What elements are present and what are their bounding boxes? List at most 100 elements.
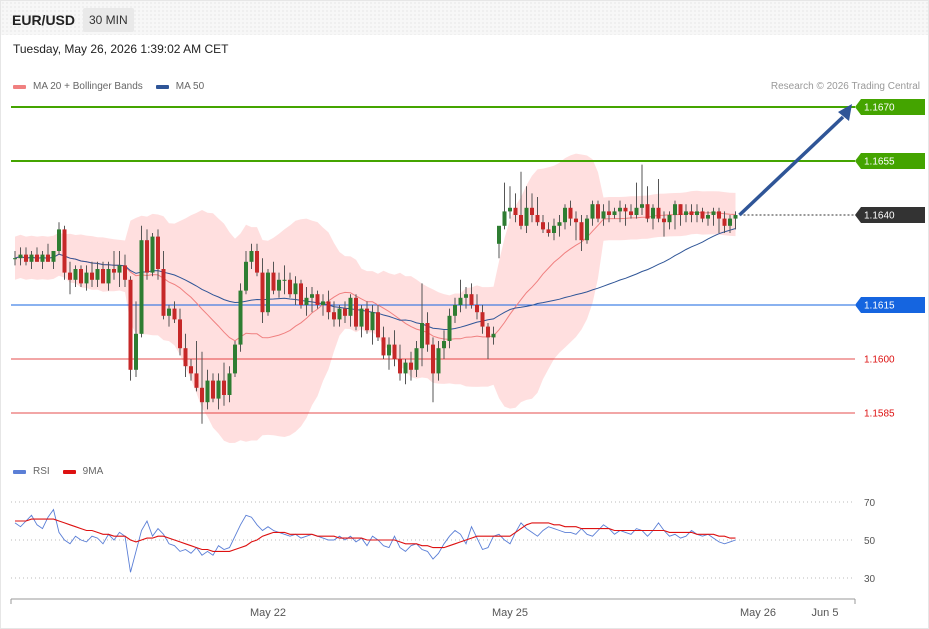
candle-body [35, 254, 39, 262]
candle-body [381, 337, 386, 356]
candle-body [172, 308, 177, 320]
level-label-1-1585: 1.1585 [864, 409, 895, 420]
candle-body [321, 301, 325, 305]
candle-body [134, 333, 138, 370]
candle-body [310, 294, 314, 298]
candle-body [574, 218, 578, 223]
candle-body [343, 308, 347, 316]
candle-body [304, 297, 309, 305]
candle-body [337, 308, 342, 320]
level-label-1-1640: 1.1640 [864, 211, 895, 222]
rsi-panel: 70 50 30 [11, 498, 876, 585]
candle-body [585, 218, 589, 241]
candle-body [348, 297, 353, 316]
candle-body [700, 211, 705, 219]
candle-body [233, 344, 237, 374]
candle-body [156, 236, 160, 269]
rsi-tick-30: 30 [864, 574, 876, 585]
candle-body [392, 344, 397, 359]
candle-body [249, 251, 254, 262]
candle-body [717, 211, 721, 219]
candle-body [695, 211, 699, 215]
candle-body [271, 272, 276, 291]
candle-body [145, 240, 149, 273]
candle-body [359, 308, 364, 327]
candle-body [315, 294, 320, 305]
candle-body [365, 308, 369, 331]
candle-body [447, 315, 452, 341]
candle-body [425, 323, 430, 345]
candle-body [62, 229, 67, 273]
candle-body [596, 204, 600, 219]
candle-body [656, 207, 661, 219]
candle-body [101, 269, 105, 284]
candle-body [106, 269, 111, 284]
candle-body [491, 333, 496, 338]
candle-body [403, 362, 408, 374]
candle-body [579, 222, 584, 241]
candle-body [640, 204, 644, 208]
candle-body [216, 380, 221, 399]
candle-body [601, 211, 606, 219]
candle-body [618, 207, 622, 212]
candle-body [645, 204, 650, 219]
candle-body [205, 380, 210, 403]
candle-body [255, 251, 259, 273]
chart-canvas[interactable]: 1.1670 1.1655 1.1640 1.1615 1.1600 1.1585 70 5… [0, 0, 929, 629]
rsi-tick-70: 70 [864, 498, 876, 509]
candle-body [431, 344, 435, 374]
candle-body [68, 272, 72, 280]
candle-body [18, 254, 23, 259]
level-label-1-1670: 1.1670 [864, 103, 895, 114]
candle-body [139, 240, 144, 334]
candle-body [519, 215, 523, 226]
candle-body [442, 341, 446, 349]
candle-body [689, 211, 694, 215]
candle-body [238, 290, 243, 345]
candle-body [260, 272, 265, 313]
candle-body [117, 265, 122, 273]
candle-body [222, 380, 226, 395]
candle-body [513, 207, 518, 215]
candle-body [266, 272, 270, 313]
candle-body [508, 207, 512, 212]
candle-body [354, 297, 358, 327]
candle-body [29, 254, 34, 262]
candle-body [326, 301, 331, 313]
candle-body [46, 254, 50, 262]
x-tick-label: May 25 [492, 607, 528, 619]
candle-body [706, 215, 710, 219]
candle-body [370, 312, 375, 331]
candle-body [568, 207, 573, 219]
candle-body [486, 326, 490, 338]
candle-body [24, 254, 28, 262]
candle-body [90, 272, 94, 280]
candle-body [376, 312, 380, 338]
rsi-series-rsi [14, 508, 736, 573]
candle-body [57, 229, 61, 251]
candle-body [524, 207, 529, 226]
candle-body [458, 297, 463, 305]
candle-body [662, 218, 666, 223]
candle-body [502, 211, 507, 226]
candle-body [123, 265, 127, 280]
candle-body [728, 218, 732, 226]
level-label-1-1600: 1.1600 [864, 355, 895, 366]
candle-body [128, 279, 133, 370]
candle-body [293, 283, 298, 295]
candle-body [453, 305, 457, 316]
candle-body [541, 222, 545, 230]
candle-body [183, 348, 188, 367]
candle-body [530, 207, 534, 215]
candle-body [73, 269, 78, 280]
candle-body [634, 207, 639, 215]
candle-body [436, 348, 441, 374]
candle-body [607, 211, 611, 215]
candle-body [722, 218, 727, 226]
candle-body [189, 366, 193, 374]
candle-body [711, 211, 716, 215]
candle-body [546, 229, 551, 233]
candle-body [299, 283, 303, 305]
candle-body [282, 279, 287, 281]
candle-body [161, 269, 166, 316]
